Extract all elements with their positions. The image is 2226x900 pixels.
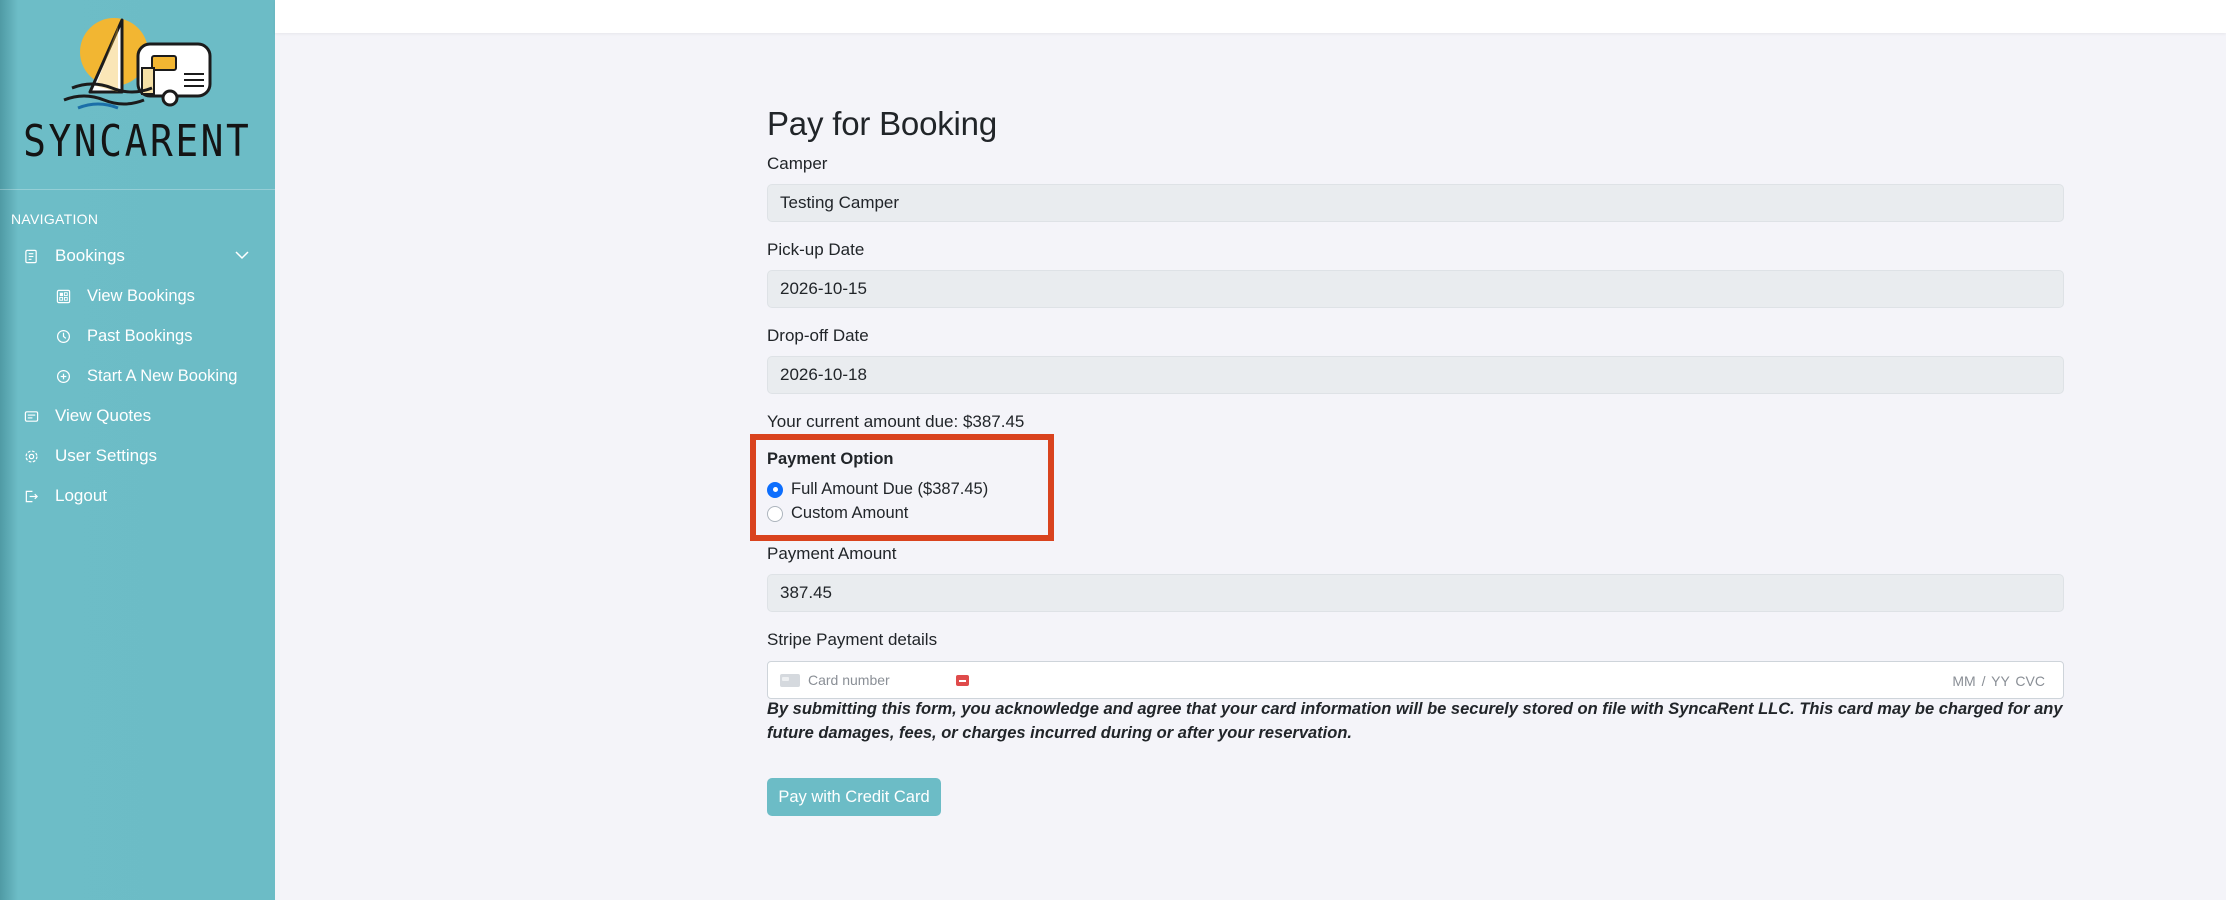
expiry-cvc-placeholder[interactable]: MM / YY CVC (1952, 673, 2045, 689)
pickup-date-field: 2026-10-15 (767, 270, 2064, 308)
camper-label: Camper (767, 154, 828, 173)
logo[interactable]: SYNCARENT (0, 0, 275, 190)
sidebar-item-logout[interactable]: Logout (0, 478, 275, 514)
radio-label[interactable]: Custom Amount (791, 504, 908, 523)
sidebar-item-view-quotes[interactable]: View Quotes (0, 398, 275, 434)
quote-card-icon (22, 407, 40, 425)
stripe-label: Stripe Payment details (767, 630, 938, 649)
sidebar-item-label: Logout (55, 486, 107, 505)
pay-with-credit-card-button[interactable]: Pay with Credit Card (767, 778, 941, 816)
sidebar-item-label: Start A New Booking (87, 366, 238, 385)
camper-field: Testing Camper (767, 184, 2064, 222)
radio-button[interactable] (767, 481, 783, 498)
payment-option-title: Payment Option (767, 450, 894, 468)
chevron-down-icon[interactable] (235, 250, 249, 260)
camper-sailboat-logo-icon (63, 18, 212, 110)
stripe-card-input[interactable]: Card number MM / YY CVC (767, 661, 2064, 699)
sidebar-item-label: User Settings (55, 446, 158, 465)
plus-circle-icon (54, 367, 72, 385)
sidebar-item-user-settings[interactable]: User Settings (0, 438, 275, 474)
dropoff-date-field: 2026-10-18 (767, 356, 2064, 394)
error-icon (956, 675, 969, 686)
radio-label[interactable]: Full Amount Due ($387.45) (791, 480, 988, 499)
card-storage-notice: By submitting this form, you acknowledge… (767, 700, 2063, 742)
logout-icon (22, 487, 40, 505)
pickup-date-label: Pick-up Date (767, 240, 865, 259)
credit-card-icon (780, 673, 800, 687)
page-title: Pay for Booking (767, 105, 997, 142)
card-number-placeholder[interactable]: Card number (808, 672, 890, 688)
nav-heading: NAVIGATION (11, 211, 99, 227)
brand-name: SYNCARENT (23, 116, 252, 167)
bookings-icon (22, 247, 40, 265)
sidebar: SYNCARENT NAVIGATION Bookings View Booki… (0, 0, 275, 900)
radio-custom-amount[interactable]: Custom Amount (767, 504, 908, 523)
sidebar-item-bookings[interactable]: Bookings (0, 238, 275, 274)
clock-icon (54, 327, 72, 345)
payment-amount-field[interactable]: 387.45 (767, 574, 2064, 612)
top-bar (275, 0, 2226, 33)
sidebar-item-past-bookings[interactable]: Past Bookings (0, 318, 275, 354)
calendar-grid-icon (54, 287, 72, 305)
gear-icon (22, 447, 40, 465)
payment-amount-label: Payment Amount (767, 544, 897, 563)
dropoff-date-label: Drop-off Date (767, 326, 869, 345)
sidebar-item-start-new-booking[interactable]: Start A New Booking (0, 358, 275, 394)
current-amount-due: Your current amount due: $387.45 (767, 412, 1025, 431)
radio-full-amount[interactable]: Full Amount Due ($387.45) (767, 480, 988, 499)
sidebar-item-label: View Quotes (55, 406, 152, 425)
sidebar-item-label: View Bookings (87, 286, 195, 305)
radio-button[interactable] (767, 505, 783, 522)
sidebar-item-label: Bookings (55, 246, 125, 265)
sidebar-item-label: Past Bookings (87, 326, 193, 345)
sidebar-item-view-bookings[interactable]: View Bookings (0, 278, 275, 314)
